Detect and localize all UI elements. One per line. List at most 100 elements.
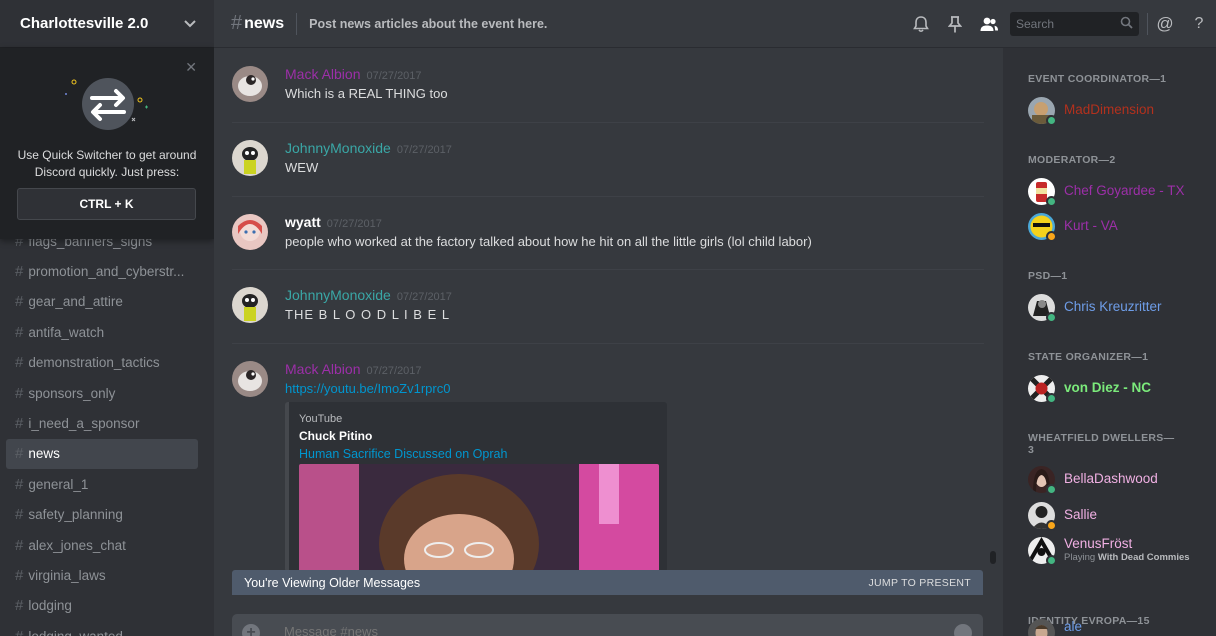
role-header: MODERATOR—2 [1028,154,1116,166]
member-item[interactable]: von Diez - NC [1028,374,1208,404]
member-name: ale [1064,619,1083,634]
channel-name: i_need_a_sponsor [28,416,140,432]
channel-item[interactable]: # safety_planning [6,500,198,530]
message-author[interactable]: Mack Albion [285,361,360,377]
hash-icon: # [15,323,24,341]
emoji-icon[interactable] [954,624,972,636]
message-input[interactable] [284,624,884,636]
pin-icon[interactable] [938,15,972,33]
hash-icon: # [15,566,24,584]
member-item[interactable]: BellaDashwood [1028,465,1208,495]
member-item[interactable]: Chef Goyardee - TX [1028,177,1208,207]
member-name: Chef Goyardee - TX [1064,183,1185,198]
status-online-indicator [1046,196,1057,207]
hash-icon: # [15,506,24,524]
channel-name: lodging [28,598,72,614]
embed-provider: YouTube [299,413,343,425]
avatar[interactable] [232,287,268,323]
channel-item[interactable]: # gear_and_attire [6,287,198,317]
status-online-indicator [1046,393,1057,404]
channel-name: alex_jones_chat [28,537,126,553]
quick-switcher-popout: ✕ Use Quick Switcher to get around Disco… [0,48,214,239]
guild-header[interactable]: Charlottesville 2.0 [0,0,214,48]
channel-sidebar: Charlottesville 2.0 # flags_banners_signs… [0,0,214,636]
channel-name: gear_and_attire [28,294,123,310]
channel-name: safety_planning [28,507,123,523]
member-name: Kurt - VA [1064,218,1118,233]
status-online-indicator [1046,484,1057,495]
members-icon[interactable] [972,17,1006,32]
message-text: people who worked at the factory talked … [285,234,812,249]
status-online-indicator [1046,115,1057,126]
video-thumbnail[interactable] [299,464,659,572]
keyboard-shortcut: CTRL + K [17,188,196,220]
channel-item[interactable]: # virginia_laws [6,560,198,590]
upload-plus-icon[interactable]: + [242,624,260,636]
channel-item[interactable]: # sponsors_only [6,378,198,408]
member-item[interactable]: VenusFröst Playing With Dead Commies [1028,536,1208,566]
channel-item[interactable]: # lodging [6,591,198,621]
channel-item[interactable]: # alex_jones_chat [6,530,198,560]
close-icon[interactable]: ✕ [185,59,197,76]
message-link[interactable]: https://youtu.be/ImoZv1rprc0 [285,381,450,396]
message-meta: JohnnyMonoxide 07/27/2017 [285,287,452,303]
message-timestamp: 07/27/2017 [326,218,382,230]
search-input[interactable]: Search [1010,12,1139,36]
bell-icon[interactable] [904,15,938,33]
status-online-indicator [1046,312,1057,323]
member-name: Chris Kreuzritter [1064,299,1162,314]
channel-name: news [28,446,60,462]
channel-name: lodging_wanted [28,629,123,636]
channel-topic: Post news articles about the event here. [309,16,548,31]
avatar [1028,619,1055,636]
avatar[interactable] [232,361,268,397]
avatar[interactable] [232,214,268,250]
message-author[interactable]: JohnnyMonoxide [285,140,391,156]
avatar[interactable] [232,66,268,102]
hash-icon: # [15,597,24,615]
help-icon[interactable]: ? [1182,15,1216,33]
member-item[interactable]: Chris Kreuzritter [1028,293,1208,323]
channel-item[interactable]: # antifa_watch [6,317,198,347]
member-name: BellaDashwood [1064,471,1158,486]
divider [296,12,298,35]
hash-icon: # [231,12,243,34]
channel-item[interactable]: # i_need_a_sponsor [6,408,198,438]
channel-item[interactable]: # promotion_and_cyberstr... [6,256,198,286]
message-composer: + [232,614,983,636]
channel-item[interactable]: # lodging_wanted [6,621,198,636]
quick-switcher-line1: Use Quick Switcher to get around [17,148,197,162]
message-author[interactable]: Mack Albion [285,66,360,82]
member-item[interactable]: ale [1028,619,1208,636]
channel-item-active[interactable]: # news [6,438,198,470]
embed-author[interactable]: Chuck Pitino [299,429,372,443]
message-author[interactable]: wyatt [285,214,321,230]
status-online-indicator [1046,555,1057,566]
discord-window: Charlottesville 2.0 # flags_banners_signs… [0,0,1216,636]
activity-prefix: Playing [1064,552,1096,563]
older-messages-label: You're Viewing Older Messages [244,575,421,590]
channel-title: news [244,14,285,32]
chevron-down-icon[interactable] [184,17,196,31]
avatar[interactable] [232,140,268,176]
mention-icon[interactable]: @ [1148,14,1182,34]
member-name: VenusFröst [1064,536,1133,551]
embed-title[interactable]: Human Sacrifice Discussed on Oprah [299,447,507,461]
hash-icon: # [15,293,24,311]
member-name: von Diez - NC [1064,380,1152,395]
jump-to-present-button[interactable]: JUMP TO PRESENT [868,577,971,589]
channel-item[interactable]: # general_1 [6,469,198,499]
member-item[interactable]: MadDimension [1028,96,1208,126]
message-list: Mack Albion 07/27/2017 Which is a REAL T… [214,48,1000,636]
older-messages-bar: You're Viewing Older Messages JUMP TO PR… [232,570,983,595]
hash-icon: # [15,445,24,463]
channel-name: general_1 [28,476,89,492]
channel-item[interactable]: # demonstration_tactics [6,348,198,378]
member-item[interactable]: Kurt - VA [1028,212,1208,242]
member-item[interactable]: Sallie [1028,501,1208,531]
message-author[interactable]: JohnnyMonoxide [285,287,391,303]
search-icon [1120,16,1133,32]
status-idle-indicator [1046,231,1057,242]
member-name: Sallie [1064,507,1098,522]
scrollbar[interactable] [990,551,996,564]
